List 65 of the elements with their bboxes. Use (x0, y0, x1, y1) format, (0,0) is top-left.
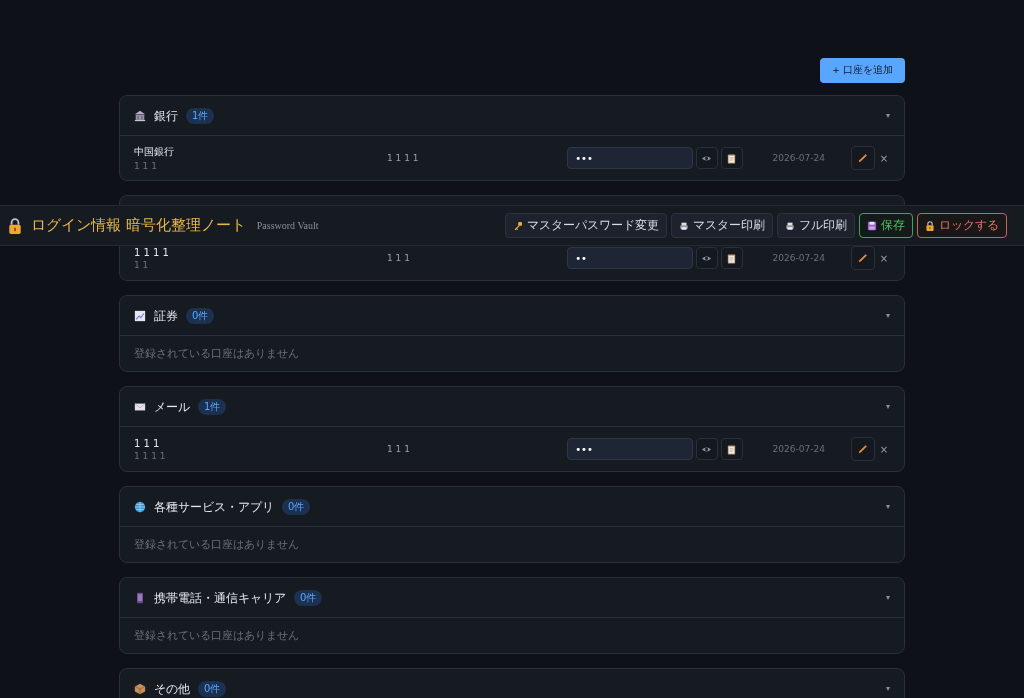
floppy-icon (867, 220, 877, 231)
category-title: 証券 (154, 309, 178, 322)
password-field[interactable]: ••• (567, 438, 694, 460)
category-title: その他 (154, 682, 190, 695)
add-account-button[interactable]: + 口座を追加 (820, 58, 905, 83)
print-button[interactable]: フル印刷 (777, 213, 855, 238)
envelope-icon (134, 400, 146, 413)
delete-button[interactable]: × (877, 252, 890, 264)
account-name: 1 1 1 1 (134, 246, 170, 258)
key-icon (513, 220, 523, 231)
empty-message: 登録されている口座はありません (133, 346, 300, 362)
password-field[interactable]: ••• (567, 147, 694, 169)
chart-icon (134, 309, 146, 322)
delete-button[interactable]: × (877, 152, 890, 164)
lock-icon (8, 217, 22, 234)
count-badge: 0件 (198, 680, 227, 697)
toggle-arrow[interactable]: ▾ (886, 593, 890, 602)
box-icon (134, 682, 146, 695)
printer-icon (679, 220, 689, 231)
clipboard-icon[interactable] (720, 147, 743, 169)
printer-icon (785, 220, 795, 231)
account-note: 1 1 1 1 (134, 451, 167, 461)
toggle-arrow[interactable]: ▾ (886, 402, 890, 411)
username-text: 1 1 1 (387, 253, 411, 263)
pencil-icon[interactable] (850, 146, 875, 170)
pencil-icon[interactable] (850, 437, 875, 461)
toggle-arrow[interactable]: ▾ (886, 311, 890, 320)
delete-button[interactable]: × (877, 443, 890, 455)
app-title: ログイン情報 暗号化整理ノート (31, 216, 246, 235)
globe-icon (134, 500, 146, 513)
count-badge: 0件 (294, 589, 323, 606)
phone-icon (134, 591, 146, 604)
lock-button[interactable]: ロックする (917, 213, 1007, 238)
date-text: 2026-07-24 (771, 153, 826, 163)
save-button[interactable]: 保存 (859, 213, 913, 238)
category-title: 各種サービス・アプリ (154, 500, 274, 513)
account-name: 1 1 1 (134, 437, 161, 449)
toggle-arrow[interactable]: ▾ (886, 684, 890, 693)
change-password-button[interactable]: マスターパスワード変更 (505, 213, 667, 238)
password-field[interactable]: •• (567, 247, 694, 269)
empty-message: 登録されている口座はありません (133, 537, 300, 553)
account-name: 中国銀行 (134, 145, 175, 159)
date-text: 2026-07-24 (771, 444, 826, 454)
category-title: メール (154, 400, 190, 413)
count-badge: 1件 (198, 398, 227, 415)
print-button[interactable]: マスター印刷 (671, 213, 773, 238)
app-subtitle: Password Vault (256, 220, 319, 231)
username-text: 1 1 1 1 (387, 153, 420, 163)
category-title: 携帯電話・通信キャリア (154, 591, 286, 604)
username-text: 1 1 1 (387, 444, 411, 454)
count-badge: 0件 (282, 498, 311, 515)
empty-message: 登録されている口座はありません (133, 628, 300, 644)
category-title: 銀行 (154, 109, 178, 122)
toggle-arrow[interactable]: ▾ (886, 502, 890, 511)
count-badge: 0件 (186, 307, 215, 324)
date-text: 2026-07-24 (771, 253, 826, 263)
lock-icon (925, 220, 935, 231)
bank-icon (134, 109, 146, 122)
account-note: 1 1 1 (134, 162, 158, 171)
toggle-arrow[interactable]: ▾ (886, 111, 890, 120)
account-note: 1 1 (134, 260, 150, 270)
count-badge: 1件 (186, 107, 215, 124)
clipboard-icon[interactable] (720, 247, 743, 269)
pencil-icon[interactable] (850, 246, 875, 270)
clipboard-icon[interactable] (720, 438, 743, 460)
